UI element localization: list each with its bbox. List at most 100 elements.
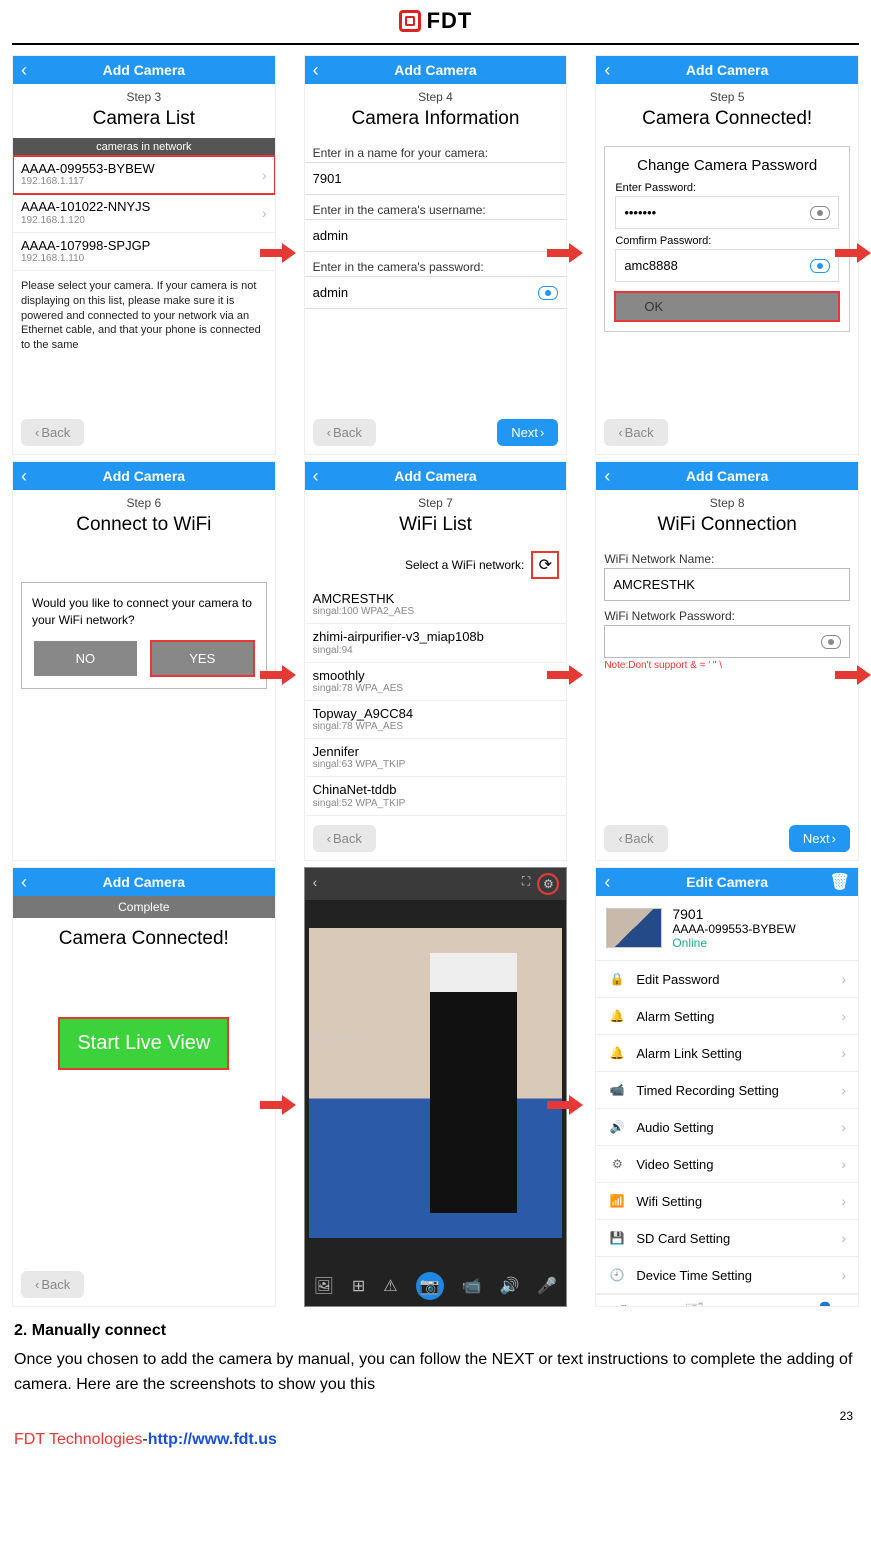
- camera-uid: AAAA-099553-BYBEW: [672, 922, 795, 936]
- wifi-list-item[interactable]: zhimi-airpurifier-v3_miap108bsingal:94: [305, 624, 567, 662]
- arrow-icon: [260, 1095, 296, 1115]
- username-label: Enter in the camera's username:: [305, 195, 567, 219]
- chevron-right-icon: ›: [841, 1230, 846, 1246]
- delete-icon[interactable]: 🗑: [830, 872, 850, 892]
- step-label: Step 8: [596, 490, 858, 512]
- ssid-input[interactable]: [613, 577, 841, 592]
- settings-row[interactable]: ⚙Video Setting›: [596, 1146, 858, 1183]
- camera-name: 7901: [672, 906, 795, 922]
- next-button[interactable]: Next›: [497, 419, 558, 446]
- wifi-list-item[interactable]: smoothlysingal:78 WPA_AES: [305, 663, 567, 701]
- tab-local-files[interactable]: 🗂Local Files: [662, 1295, 727, 1307]
- password-input[interactable]: [624, 205, 810, 220]
- ok-button[interactable]: OK: [615, 292, 839, 321]
- row-label: Wifi Setting: [636, 1194, 831, 1209]
- back-icon[interactable]: ‹: [313, 874, 318, 894]
- tab-camera[interactable]: 📷Camera: [596, 1295, 661, 1307]
- confirm-password-input[interactable]: [624, 258, 810, 273]
- refresh-icon[interactable]: ⟳: [532, 552, 558, 578]
- back-icon[interactable]: ‹: [604, 466, 610, 487]
- settings-row[interactable]: 🔔Alarm Link Setting›: [596, 1035, 858, 1072]
- wifi-prompt-card: Would you like to connect your camera to…: [21, 582, 267, 689]
- yes-button[interactable]: YES: [151, 641, 254, 676]
- back-button[interactable]: ‹Back: [604, 419, 667, 446]
- step-label: Step 3: [13, 84, 275, 106]
- password-label: Enter in the camera's password:: [305, 252, 567, 276]
- snapshot-icon[interactable]: 📷: [416, 1272, 444, 1300]
- back-button[interactable]: ‹Back: [21, 1271, 84, 1298]
- screenshot-step7: ‹Add Camera Step 7 WiFi List Select a Wi…: [304, 461, 568, 861]
- camera-username-input[interactable]: [313, 228, 559, 243]
- wifi-password-label: WiFi Network Password:: [596, 601, 858, 625]
- start-live-view-button[interactable]: Start Live View: [59, 1018, 228, 1069]
- tab-about[interactable]: 👤About: [793, 1295, 858, 1307]
- mic-icon[interactable]: 🎤: [537, 1276, 557, 1296]
- back-button[interactable]: ‹Back: [313, 825, 376, 852]
- screen-title: Camera Connected!: [596, 106, 858, 138]
- next-button[interactable]: Next›: [789, 825, 850, 852]
- footer-company: FDT Technologies: [14, 1431, 142, 1448]
- settings-row[interactable]: 🕘Device Time Setting›: [596, 1257, 858, 1294]
- wifi-list-item[interactable]: Jennifersingal:63 WPA_TKIP: [305, 739, 567, 777]
- wifi-list-item[interactable]: AMCRESTHKsingal:100 WPA2_AES: [305, 586, 567, 624]
- gallery-icon[interactable]: 🖼: [314, 1276, 334, 1296]
- camera-list-item[interactable]: AAAA-099553-BYBEW192.168.1.117›: [13, 156, 275, 194]
- settings-row[interactable]: 🔔Alarm Setting›: [596, 998, 858, 1035]
- record-icon[interactable]: 📹: [462, 1276, 482, 1296]
- settings-row[interactable]: 🔊Audio Setting›: [596, 1109, 858, 1146]
- password-note: Note:Don't support & = ' " \: [596, 658, 858, 673]
- title: Add Camera: [394, 62, 476, 78]
- wifi-list-item[interactable]: Topway_A9CC84singal:78 WPA_AES: [305, 701, 567, 739]
- camera-feed[interactable]: IP Camera: [309, 928, 563, 1238]
- wifi-list-item[interactable]: ChinaNet-tddbsingal:52 WPA_TKIP: [305, 777, 567, 815]
- row-label: Alarm Setting: [636, 1009, 831, 1024]
- alert-icon[interactable]: ⚠: [383, 1276, 397, 1296]
- screenshot-complete: ‹Add Camera Complete Camera Connected! S…: [12, 867, 276, 1307]
- back-icon[interactable]: ‹: [21, 466, 27, 487]
- tab-playback[interactable]: ▶Playback: [727, 1295, 792, 1307]
- eye-icon[interactable]: [810, 206, 830, 220]
- camera-name-input[interactable]: [313, 171, 559, 186]
- eye-icon[interactable]: [821, 635, 841, 649]
- back-icon[interactable]: ‹: [313, 466, 319, 487]
- wifi-password-input[interactable]: [613, 634, 821, 649]
- back-icon[interactable]: ‹: [21, 60, 27, 81]
- back-icon[interactable]: ‹: [604, 60, 610, 81]
- screenshot-step8: ‹Add Camera Step 8 WiFi Connection WiFi …: [595, 461, 859, 861]
- settings-row[interactable]: 📶Wifi Setting›: [596, 1183, 858, 1220]
- back-button[interactable]: ‹Back: [313, 419, 376, 446]
- chevron-right-icon: ›: [841, 971, 846, 987]
- arrow-icon: [547, 243, 583, 263]
- speaker-icon[interactable]: 🔊: [499, 1276, 519, 1296]
- camera-list-item[interactable]: AAAA-101022-NNYJS192.168.1.120›: [13, 194, 275, 232]
- back-icon[interactable]: ‹: [604, 872, 610, 893]
- settings-row[interactable]: 🔒Edit Password›: [596, 961, 858, 998]
- back-icon[interactable]: ‹: [313, 60, 319, 81]
- back-button[interactable]: ‹Back: [604, 825, 667, 852]
- title: Edit Camera: [686, 874, 768, 890]
- eye-icon[interactable]: [538, 286, 558, 300]
- back-button[interactable]: ‹Back: [21, 419, 84, 446]
- eye-icon[interactable]: [810, 259, 830, 273]
- no-button[interactable]: NO: [34, 641, 137, 676]
- back-icon[interactable]: ‹: [21, 872, 27, 893]
- row-label: Video Setting: [636, 1157, 831, 1172]
- title: Add Camera: [103, 62, 185, 78]
- camera-list-item[interactable]: AAAA-107998-SPJGP192.168.1.110›: [13, 233, 275, 271]
- arrow-icon: [260, 243, 296, 263]
- chevron-right-icon: ›: [841, 1082, 846, 1098]
- title: Add Camera: [394, 468, 476, 484]
- fullscreen-icon[interactable]: ⛶: [522, 874, 530, 894]
- screenshot-step5: ‹Add Camera Step 5 Camera Connected! Cha…: [595, 55, 859, 455]
- settings-row[interactable]: 💾SD Card Setting›: [596, 1220, 858, 1257]
- tab-icon: 📷: [596, 1301, 661, 1307]
- row-label: Timed Recording Setting: [636, 1083, 831, 1098]
- ptz-icon[interactable]: ⊞: [352, 1276, 365, 1296]
- title: Add Camera: [686, 62, 768, 78]
- arrow-icon: [547, 665, 583, 685]
- page-number: 23: [0, 1401, 871, 1425]
- row-icon: 🔔: [608, 1009, 626, 1023]
- settings-row[interactable]: 📹Timed Recording Setting›: [596, 1072, 858, 1109]
- gear-icon[interactable]: ⚙: [538, 874, 558, 894]
- camera-password-input[interactable]: [313, 285, 539, 300]
